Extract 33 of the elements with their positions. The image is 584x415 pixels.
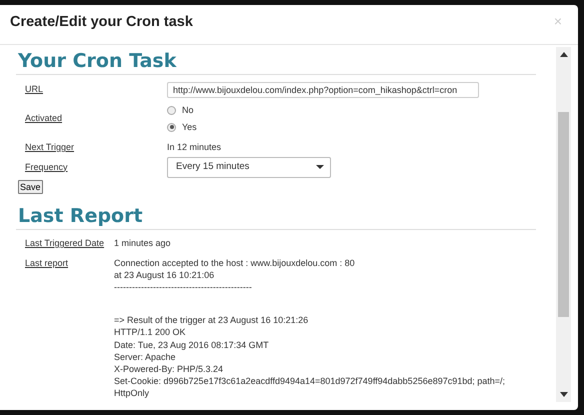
scroll-up-icon[interactable]: [560, 52, 568, 57]
save-button[interactable]: Save: [18, 180, 43, 194]
radio-button[interactable]: [167, 122, 176, 132]
radio-button[interactable]: [167, 106, 176, 115]
section-heading: Your Cron Task: [16, 50, 536, 75]
radio-label: No: [182, 104, 194, 117]
field-label: Last Triggered Date: [25, 238, 104, 248]
report-line: Server: Apache: [114, 350, 177, 364]
url-field[interactable]: http://www.bijouxdelou.com/index.php?option=com_hikashop&ctrl=cron: [167, 82, 479, 98]
report-line: HTTP/1.1 200 OK: [114, 326, 187, 339]
field-value: In 12 minutes: [167, 142, 222, 152]
field-label: Frequency: [25, 162, 68, 172]
caret-icon: [316, 165, 324, 170]
field-label: Activated: [25, 113, 62, 124]
field-label: Last report: [25, 258, 68, 268]
scroll-down-icon[interactable]: [560, 392, 568, 397]
dialog-title: Create/Edit your Cron task: [10, 14, 193, 32]
report-line: ----------------------------------------------: [114, 281, 253, 294]
field-label: URL: [25, 84, 44, 94]
report-line: Set-Cookie: d996b725e17f3c61a2eacdffd9494a14=801d972f749ff94dabb5256e897c91bd; path=/;: [114, 375, 506, 388]
scrollbar-thumb[interactable]: [558, 112, 569, 317]
section-heading: Last Report: [16, 205, 536, 230]
field-value: 1 minutes ago: [114, 238, 171, 248]
field-label: Next Trigger: [25, 142, 74, 152]
report-line: at 23 August 16 10:21:06: [114, 268, 216, 281]
frequency-dropdown[interactable]: Every 15 minutes: [167, 156, 331, 178]
radio-label: Yes: [182, 120, 197, 134]
report-line: X-Powered-By: PHP/5.3.24: [114, 363, 224, 376]
report-line: HttpOnly: [114, 387, 150, 400]
report-line: Date: Tue, 23 Aug 2016 08:17:34 GMT: [114, 338, 270, 351]
scrollbar[interactable]: [556, 47, 571, 402]
report-line: Connection accepted to the host : www.bijouxdelou.com : 80: [114, 256, 356, 269]
report-line: => Result of the trigger at 23 August 16 10:21:26: [114, 314, 310, 326]
